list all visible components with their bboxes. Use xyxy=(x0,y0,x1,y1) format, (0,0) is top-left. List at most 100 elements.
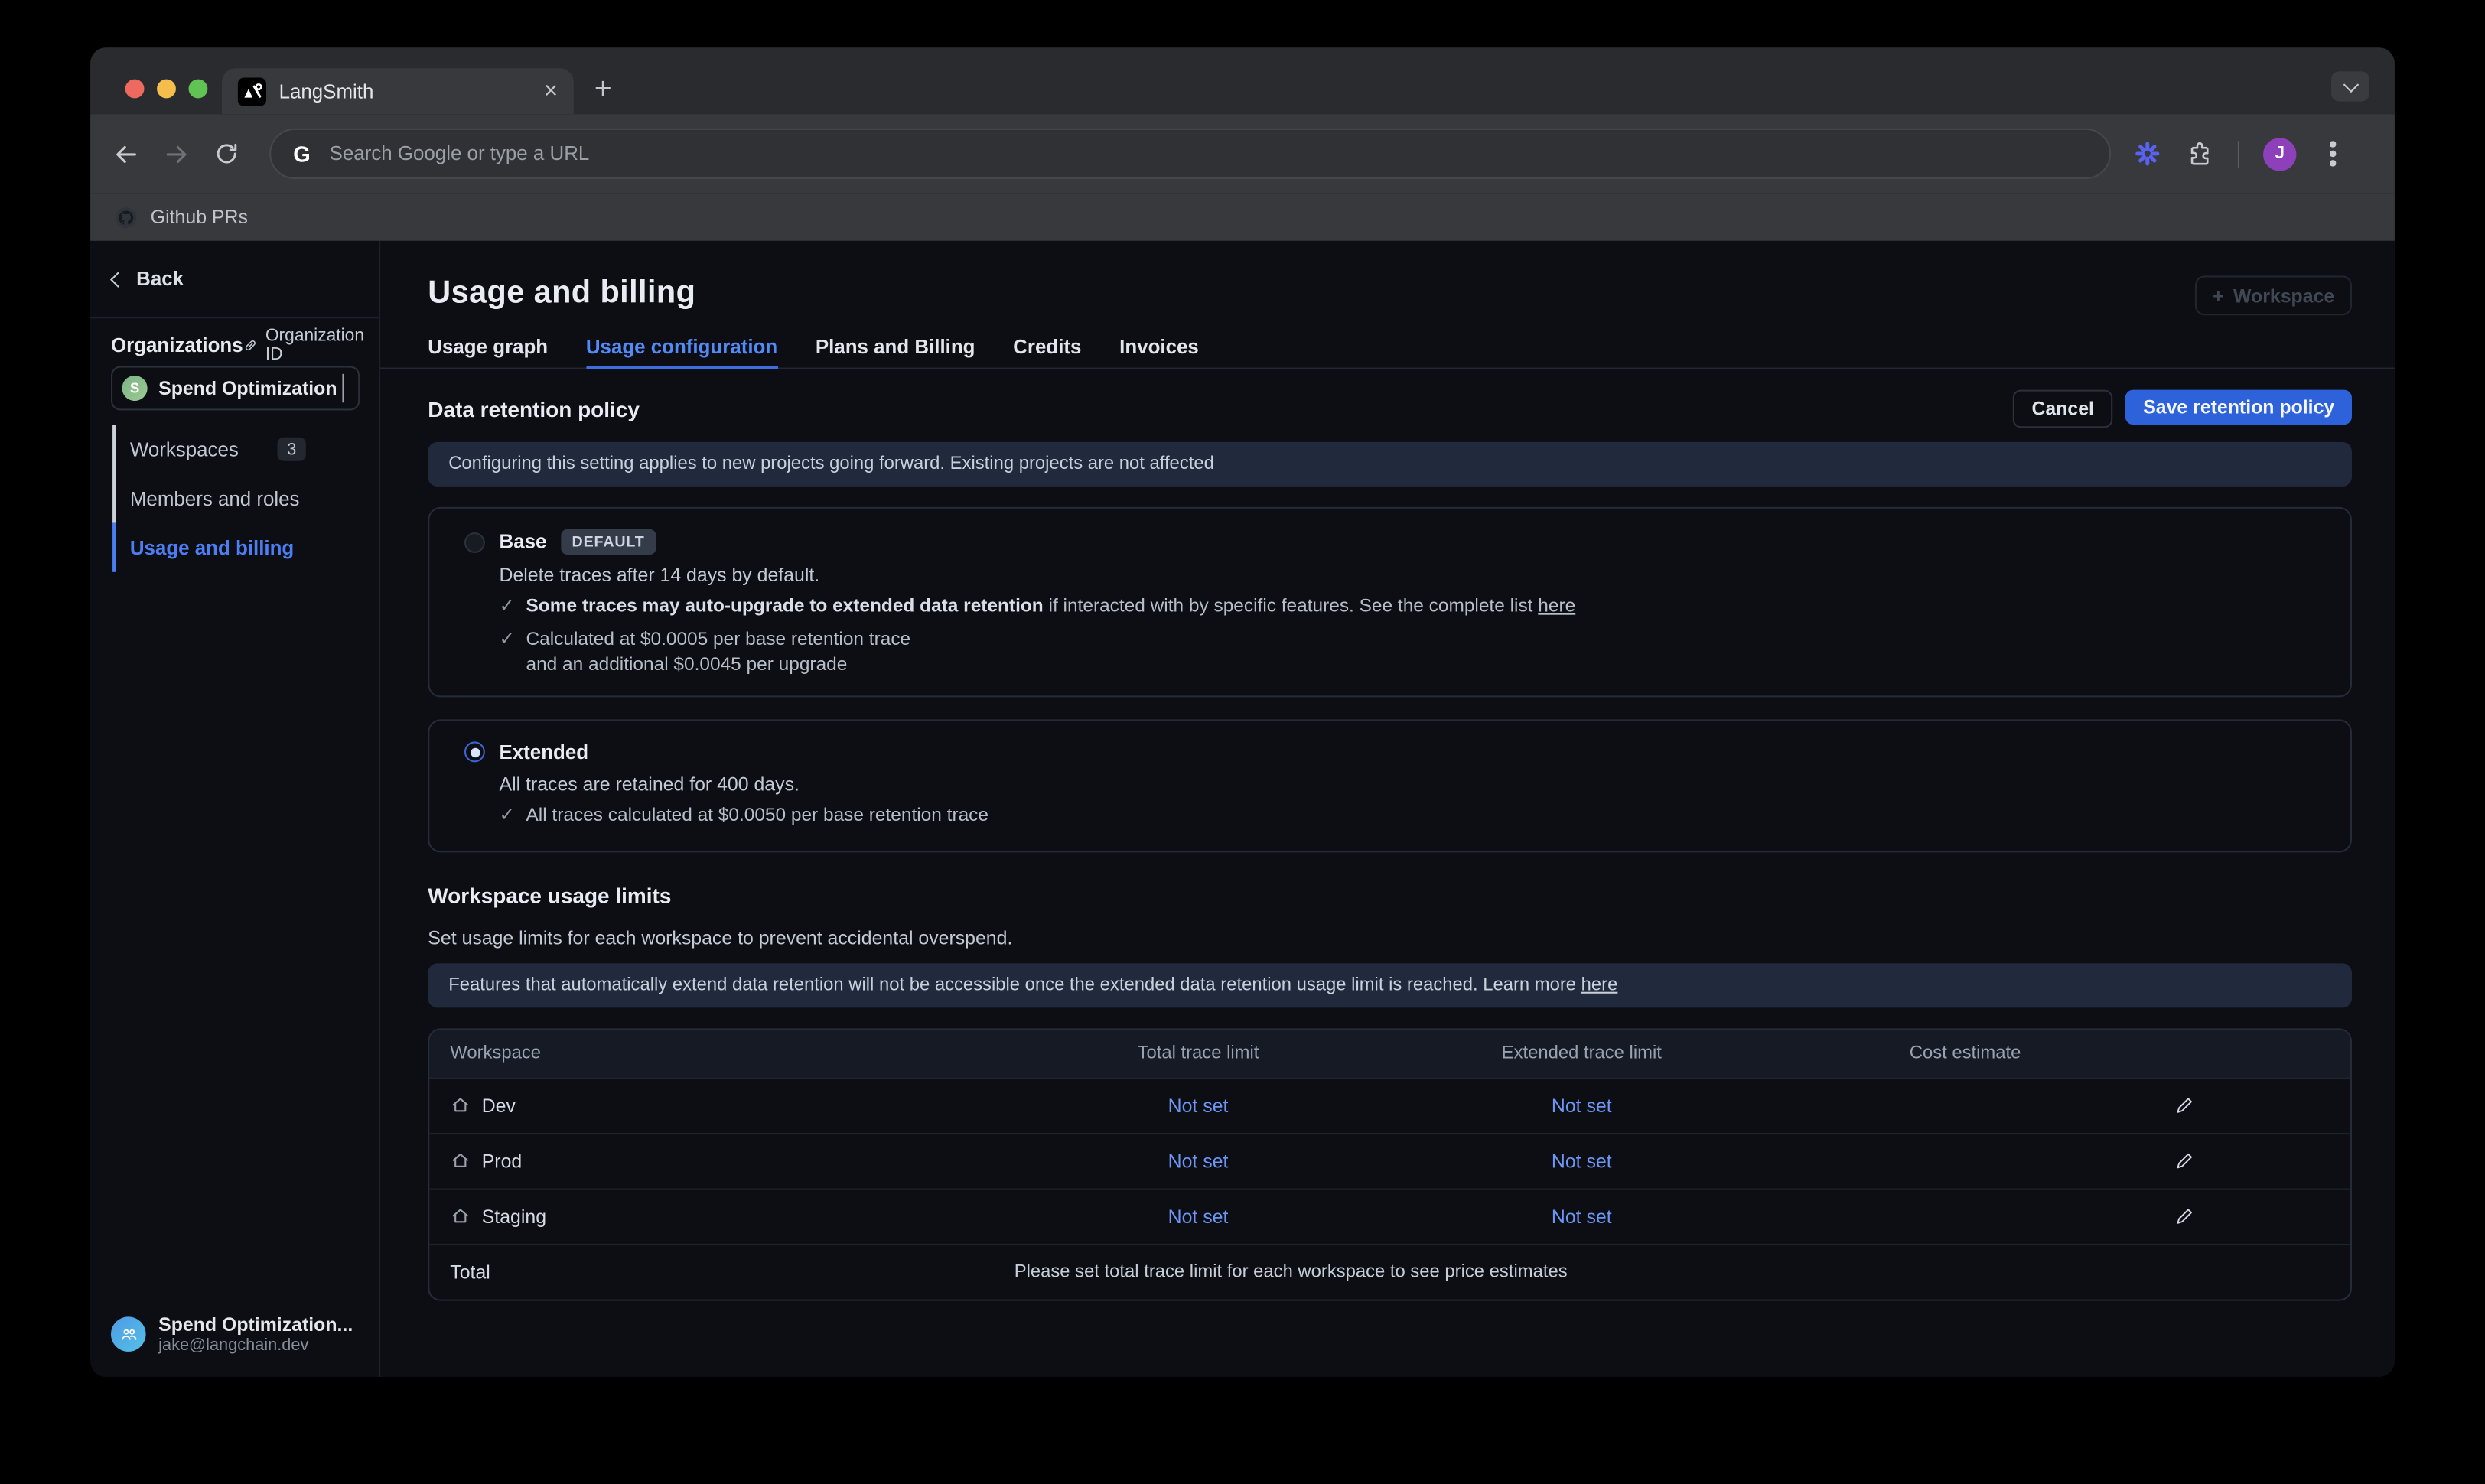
langsmith-extension-icon[interactable] xyxy=(2133,139,2161,168)
tab-plans-and-billing[interactable]: Plans and Billing xyxy=(816,336,975,367)
edit-limit-button[interactable] xyxy=(2148,1206,2350,1228)
browser-tabstrip: LangSmith × + xyxy=(90,47,2395,114)
table-total-row: Total Please set total trace limit for e… xyxy=(429,1243,2350,1299)
base-radio[interactable] xyxy=(464,532,485,552)
tab-usage-configuration[interactable]: Usage configuration xyxy=(586,336,777,367)
new-tab-button[interactable]: + xyxy=(594,74,612,104)
extended-trace-limit-link[interactable]: Not set xyxy=(1380,1095,1783,1117)
forward-button[interactable] xyxy=(163,140,190,167)
minimize-window-button[interactable] xyxy=(157,80,176,99)
add-workspace-button[interactable]: + Workspace xyxy=(2195,275,2352,315)
tab-usage-graph[interactable]: Usage graph xyxy=(428,336,548,367)
retention-option-extended[interactable]: Extended All traces are retained for 400… xyxy=(428,719,2352,852)
bookmark-github-prs[interactable]: Github PRs xyxy=(151,206,248,228)
tabs-bar: Usage graph Usage configuration Plans an… xyxy=(380,336,2395,369)
url-placeholder: Search Google or type a URL xyxy=(330,142,590,164)
limits-description: Set usage limits for each workspace to p… xyxy=(428,926,2352,949)
extended-description: All traces are retained for 400 days. xyxy=(500,773,2319,795)
url-bar[interactable]: G Search Google or type a URL xyxy=(269,129,2111,179)
organization-selector[interactable]: S Spend Optimization Tu... xyxy=(111,366,360,411)
chevron-down-icon xyxy=(2343,76,2359,93)
app-content: Back Organizations Organization ID S Spe… xyxy=(90,241,2395,1377)
column-workspace: Workspace xyxy=(429,1043,1015,1063)
edit-limit-button[interactable] xyxy=(2148,1150,2350,1172)
retention-info-banner: Configuring this setting applies to new … xyxy=(428,442,2352,487)
close-window-button[interactable] xyxy=(125,80,145,99)
pencil-icon xyxy=(2173,1095,2195,1117)
reload-button[interactable] xyxy=(214,141,239,166)
browser-toolbar: G Search Google or type a URL J xyxy=(90,114,2395,194)
user-email: jake@langchain.dev xyxy=(158,1336,353,1355)
browser-window: LangSmith × + G Search Google or type a … xyxy=(90,47,2395,1377)
sidebar-item-usage-and-billing[interactable]: Usage and billing xyxy=(112,523,360,572)
tab-search-button[interactable] xyxy=(2331,71,2369,101)
github-icon xyxy=(114,205,138,229)
total-trace-limit-link[interactable]: Not set xyxy=(1016,1095,1380,1117)
see-complete-list-link[interactable]: here xyxy=(1538,594,1575,617)
chevron-left-icon xyxy=(110,271,126,287)
workspaces-count-badge: 3 xyxy=(278,438,306,461)
save-retention-policy-button[interactable]: Save retention policy xyxy=(2125,390,2352,425)
sidebar-item-members-and-roles[interactable]: Members and roles xyxy=(112,474,360,522)
workspace-icon xyxy=(450,1206,471,1227)
sidebar-nav: Workspaces 3 Members and roles Usage and… xyxy=(112,425,360,572)
retention-section-title: Data retention policy xyxy=(428,397,640,421)
tab-title: LangSmith xyxy=(279,80,544,103)
workspace-icon xyxy=(450,1095,471,1116)
retention-option-base[interactable]: Base DEFAULT Delete traces after 14 days… xyxy=(428,507,2352,697)
tab-invoices[interactable]: Invoices xyxy=(1119,336,1199,367)
retention-header-row: Data retention policy Cancel Save retent… xyxy=(428,390,2352,428)
tab-credits[interactable]: Credits xyxy=(1013,336,1081,367)
column-total-trace-limit: Total trace limit xyxy=(1016,1043,1380,1063)
plus-icon: + xyxy=(2213,285,2224,307)
workspace-limits-table: Workspace Total trace limit Extended tra… xyxy=(428,1028,2352,1300)
total-trace-limit-link[interactable]: Not set xyxy=(1016,1206,1380,1228)
user-name: Spend Optimization... xyxy=(158,1313,353,1336)
extended-point-1: ✓ All traces calculated at $0.0050 per b… xyxy=(500,803,2319,828)
google-g-icon: G xyxy=(293,141,311,166)
back-button[interactable] xyxy=(112,140,139,167)
back-arrow-icon xyxy=(112,140,139,167)
extended-trace-limit-link[interactable]: Not set xyxy=(1380,1150,1783,1172)
sidebar: Back Organizations Organization ID S Spe… xyxy=(90,241,380,1377)
sidebar-item-workspaces[interactable]: Workspaces 3 xyxy=(112,425,360,474)
organization-id-label: Organization ID xyxy=(265,326,367,364)
base-description: Delete traces after 14 days by default. xyxy=(500,564,2319,586)
extended-option-name: Extended xyxy=(500,741,589,763)
organization-avatar: S xyxy=(122,376,148,401)
base-point-1: ✓ Some traces may auto-upgrade to extend… xyxy=(500,594,2319,620)
forward-arrow-icon xyxy=(163,140,190,167)
zoom-window-button[interactable] xyxy=(189,80,208,99)
browser-profile-avatar[interactable]: J xyxy=(2263,137,2297,171)
organizations-label: Organizations xyxy=(111,334,243,356)
pencil-icon xyxy=(2173,1206,2195,1228)
langsmith-favicon-icon xyxy=(238,76,266,105)
organization-id-link[interactable]: Organization ID xyxy=(243,326,367,364)
browser-menu-icon[interactable] xyxy=(2330,151,2335,156)
back-link[interactable]: Back xyxy=(90,241,379,319)
edit-limit-button[interactable] xyxy=(2148,1095,2350,1117)
extended-trace-limit-link[interactable]: Not set xyxy=(1380,1206,1783,1228)
tab-close-icon[interactable]: × xyxy=(544,80,558,103)
toolbar-right: J xyxy=(2133,137,2345,171)
learn-more-link[interactable]: here xyxy=(1581,975,1618,994)
extended-radio[interactable] xyxy=(464,742,485,763)
sidebar-item-label: Workspaces xyxy=(130,438,239,460)
back-label: Back xyxy=(136,268,184,290)
total-trace-limit-link[interactable]: Not set xyxy=(1016,1150,1380,1172)
limits-info-banner: Features that automatically extend data … xyxy=(428,963,2352,1007)
total-label: Total xyxy=(429,1261,490,1283)
table-row: Dev Not set Not set xyxy=(429,1077,2350,1133)
check-icon: ✓ xyxy=(500,803,515,828)
extensions-puzzle-icon[interactable] xyxy=(2186,139,2214,168)
column-cost-estimate: Cost estimate xyxy=(1783,1043,2147,1063)
bookmarks-bar: Github PRs xyxy=(90,194,2395,241)
browser-tab[interactable]: LangSmith × xyxy=(222,68,574,114)
check-icon: ✓ xyxy=(500,627,515,678)
retention-info-text: Configuring this setting applies to new … xyxy=(448,455,1214,474)
user-account[interactable]: Spend Optimization... jake@langchain.dev xyxy=(111,1313,353,1355)
workspace-name: Prod xyxy=(482,1150,523,1172)
organization-name: Spend Optimization Tu... xyxy=(158,377,336,399)
workspace-name: Dev xyxy=(482,1095,516,1117)
cancel-button[interactable]: Cancel xyxy=(2013,390,2113,428)
